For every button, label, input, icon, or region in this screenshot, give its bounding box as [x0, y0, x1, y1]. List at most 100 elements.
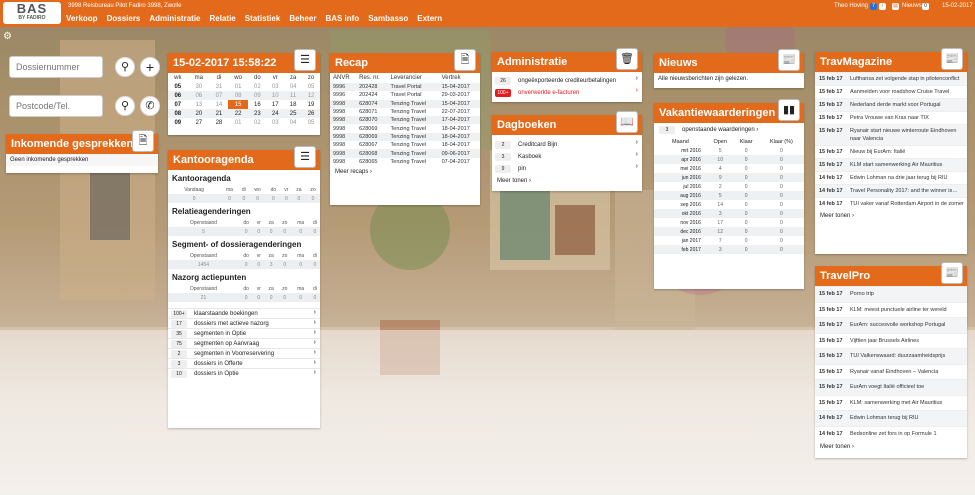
calendar-day[interactable]: 03: [266, 118, 284, 127]
calendar-day[interactable]: 04: [284, 82, 302, 91]
calendar-day[interactable]: 23: [248, 109, 267, 118]
count-cell[interactable]: 0: [253, 260, 265, 269]
calendar-day[interactable]: 05: [302, 82, 320, 91]
table-row[interactable]: aug 2016 5 0 0: [654, 191, 804, 200]
news-item[interactable]: 15 feb 17 TUI Valkenswaard: duurzaamheids…: [815, 348, 967, 364]
menu-dossiers[interactable]: Dossiers: [107, 14, 141, 23]
nieuws-link[interactable]: Nieuws: [902, 3, 922, 9]
calendar-day[interactable]: 07: [209, 91, 228, 100]
table-row[interactable]: 9998 628067 Tenzing Travel 18-04-2017: [330, 141, 480, 149]
count-cell[interactable]: 0: [309, 260, 320, 269]
count-cell[interactable]: 0: [238, 293, 254, 302]
news-item[interactable]: 15 feb 17 Nieuw bij EurAm: Italië: [815, 145, 967, 158]
count-cell[interactable]: 0: [238, 260, 254, 269]
calendar-day[interactable]: 25: [284, 109, 303, 118]
news-item[interactable]: 15 feb 17 KLM: samenwerking met Air Mauri…: [815, 394, 967, 411]
table-row[interactable]: sep 2016 14 0 0: [654, 200, 804, 209]
user-badge[interactable]: 7: [870, 3, 877, 10]
calendar-day[interactable]: 19: [302, 100, 320, 109]
newspaper-icon[interactable]: 📰: [941, 48, 963, 70]
menu-relatie[interactable]: Relatie: [210, 14, 236, 23]
trash-icon[interactable]: 🗑: [616, 48, 638, 70]
calendar-day[interactable]: 01: [228, 82, 249, 91]
calendar-day[interactable]: 22: [227, 109, 249, 118]
news-item[interactable]: 15 feb 17 EurAm: succesvolle workshop Por…: [815, 317, 967, 333]
count-cell[interactable]: 0: [277, 227, 292, 236]
calendar-day[interactable]: 21: [209, 109, 228, 118]
count-cell[interactable]: 0: [264, 227, 278, 236]
count-cell[interactable]: 0: [309, 227, 320, 236]
calendar-day[interactable]: 02: [248, 118, 266, 127]
menu-administratie[interactable]: Administratie: [149, 14, 200, 23]
more-dagboeken-link[interactable]: Meer tonen ›: [492, 175, 642, 187]
table-row[interactable]: 9996 202428 Travel Portal 15-04-2017: [330, 83, 480, 92]
calendar-day[interactable]: 08: [227, 91, 249, 100]
dossier-input[interactable]: [9, 56, 103, 78]
list-item[interactable]: 100+ klaarstaande boekingen ›: [168, 308, 320, 318]
calendar-day[interactable]: 13: [188, 100, 210, 109]
count-cell[interactable]: 0: [309, 293, 320, 302]
count-cell[interactable]: 0: [291, 260, 310, 269]
count-cell[interactable]: 0: [277, 293, 292, 302]
calendar-day[interactable]: 05: [302, 118, 320, 127]
count-cell[interactable]: 0: [238, 194, 250, 203]
table-row[interactable]: mei 2016 4 0 0: [654, 164, 804, 173]
calendar-day[interactable]: 09: [248, 91, 267, 100]
count-cell[interactable]: 3: [264, 260, 278, 269]
menu-sambasso[interactable]: Sambasso: [368, 14, 408, 23]
calendar-day[interactable]: 30: [188, 82, 210, 91]
news-item[interactable]: 15 feb 17 Aanmelden voor roadshow Cruise …: [815, 85, 967, 98]
list-item[interactable]: 17 dossiers met actieve nazorg ›: [168, 318, 320, 328]
table-row[interactable]: 9996 202424 Travel Portal 29-03-2017: [330, 91, 480, 99]
calendar-day-today[interactable]: 15: [227, 100, 249, 109]
count-cell[interactable]: 0: [253, 227, 265, 236]
user-name[interactable]: Theo Hoving: [834, 3, 868, 9]
table-row[interactable]: 9998 628069 Tenzing Travel 18-04-2017: [330, 132, 480, 142]
table-row[interactable]: mrt 2016 5 0 0: [654, 146, 804, 155]
calendar-day[interactable]: 02: [248, 82, 266, 91]
count-cell[interactable]: 0: [291, 293, 310, 302]
calendar-day[interactable]: 27: [188, 118, 210, 127]
count-cell[interactable]: 0: [220, 194, 239, 203]
count-cell[interactable]: 1454: [168, 260, 239, 269]
menu-beheer[interactable]: Beheer: [289, 14, 316, 23]
phone-icon[interactable]: ✆: [140, 96, 160, 116]
plus-icon[interactable]: +: [140, 57, 160, 77]
news-item[interactable]: 15 feb 17 Ryanair vanaf Eindhoven – Valen…: [815, 363, 967, 380]
news-item[interactable]: 14 feb 17 Travel Personality 2017: and th…: [815, 184, 967, 197]
calendar-day[interactable]: 17: [266, 100, 284, 109]
menu-verkoop[interactable]: Verkoop: [66, 14, 98, 23]
count-cell[interactable]: 0: [280, 194, 292, 203]
count-cell[interactable]: 21: [168, 293, 239, 302]
calendar-day[interactable]: 16: [248, 100, 266, 109]
list-item[interactable]: 35 segmenten in Optie ›: [168, 328, 320, 338]
table-row[interactable]: 9998 628070 Tenzing Travel 17-04-2017: [330, 116, 480, 125]
news-item[interactable]: 15 feb 17 Ryanair start nieuwe winterrout…: [815, 124, 967, 145]
list-item[interactable]: 10 dossiers in Optie ›: [168, 368, 320, 378]
calendar-day[interactable]: 18: [284, 100, 302, 109]
search-icon[interactable]: ⚲: [115, 57, 135, 77]
bar-chart-icon[interactable]: ▮▮: [778, 99, 800, 121]
newspaper-icon[interactable]: 📰: [941, 262, 963, 284]
table-row[interactable]: 9998 628074 Tenzing Travel 15-04-2017: [330, 99, 480, 108]
more-travelpro-link[interactable]: Meer tonen ›: [815, 441, 967, 453]
calendar-day[interactable]: 01: [228, 118, 249, 127]
open-waarderingen-link[interactable]: 3 openstaande waarderingen ›: [654, 123, 804, 137]
list-icon[interactable]: ☰: [294, 49, 316, 71]
news-item[interactable]: 15 feb 17 KLM start samenwerking Air Maur…: [815, 158, 967, 171]
count-cell[interactable]: 0: [291, 194, 306, 203]
count-cell[interactable]: 0: [253, 293, 265, 302]
count-cell[interactable]: 5: [168, 227, 239, 236]
list-item[interactable]: 2 Creditcard Bijn ›: [492, 139, 642, 151]
more-travmagazine-link[interactable]: Meer tonen ›: [815, 210, 967, 222]
list-item[interactable]: 100+ onverwerkte e-facturen ›: [492, 87, 642, 99]
news-item[interactable]: 15 feb 17 Porno trip: [815, 286, 967, 302]
table-row[interactable]: nov 2016 17 0 0: [654, 218, 804, 227]
calendar-day[interactable]: 10: [266, 91, 285, 100]
calendar-day[interactable]: 03: [266, 82, 284, 91]
search-icon[interactable]: ⚲: [115, 96, 135, 116]
list-item[interactable]: 75 segmenten op Aanvraag ›: [168, 338, 320, 348]
document-icon[interactable]: 🗎: [454, 49, 476, 71]
news-item[interactable]: 15 feb 17 KLM: meest punctuele airline te…: [815, 301, 967, 318]
newspaper-icon[interactable]: 📰: [778, 49, 800, 71]
